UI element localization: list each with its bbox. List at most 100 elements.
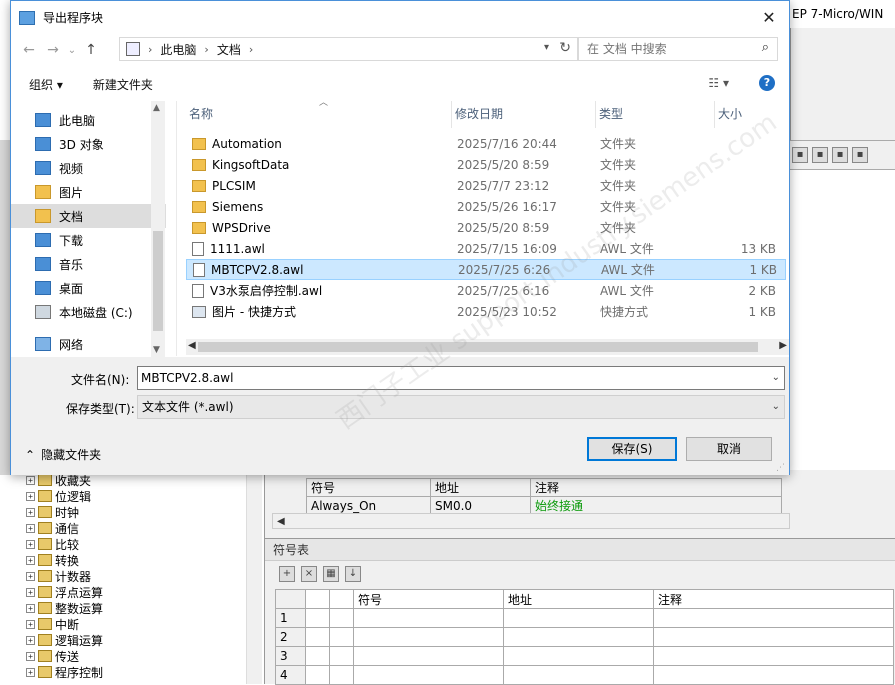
nav-item[interactable]: 文档 <box>11 204 166 228</box>
tree-item[interactable]: + 转换 <box>26 552 246 568</box>
breadcrumb-documents[interactable]: 文档 <box>217 41 241 58</box>
symbol-cell[interactable] <box>503 627 654 647</box>
symbol-cell[interactable] <box>353 646 504 666</box>
chevron-down-icon[interactable]: ▾ <box>544 42 549 53</box>
lock-icon[interactable]: ▪ <box>832 147 848 163</box>
var-cell-address[interactable]: SM0.0 <box>430 496 531 515</box>
file-row[interactable]: KingsoftData 2025/5/20 8:59 文件夹 <box>186 154 786 175</box>
nav-item[interactable]: 图片 <box>11 180 166 204</box>
file-row[interactable]: MBTCPV2.8.awl 2025/7/25 6:26 AWL 文件 1 KB <box>186 259 786 280</box>
nav-item[interactable]: 网络 <box>11 332 166 356</box>
tree-scrollbar[interactable] <box>246 475 262 684</box>
symbol-cell[interactable] <box>653 627 894 647</box>
resize-grip-icon[interactable]: ⋰ <box>776 463 785 473</box>
symbol-cell[interactable] <box>653 608 894 628</box>
tree-item[interactable]: + 逻辑运算 <box>26 632 246 648</box>
pane-divider[interactable] <box>176 101 177 356</box>
editor-horizontal-scrollbar[interactable]: ◀ <box>272 513 790 529</box>
lock-icon[interactable]: ▪ <box>812 147 828 163</box>
chevron-down-icon[interactable]: ⌄ <box>772 396 780 418</box>
nav-item[interactable]: 3D 对象 <box>11 132 166 156</box>
chevron-down-icon[interactable]: ⌄ <box>772 367 780 389</box>
scroll-right-icon[interactable]: ▶ <box>779 340 787 351</box>
symbol-cell[interactable] <box>353 665 504 685</box>
up-icon[interactable]: ↑ <box>79 42 103 58</box>
expand-icon[interactable]: + <box>26 491 35 501</box>
tree-item[interactable]: + 比较 <box>26 536 246 552</box>
column-type[interactable]: 类型 <box>596 101 715 128</box>
filename-field[interactable]: MBTCPV2.8.awl ⌄ <box>137 366 785 390</box>
forward-icon[interactable]: → <box>41 42 65 58</box>
nav-pane-scrollbar[interactable]: ▲ ▼ <box>151 101 165 357</box>
apply-icon[interactable]: ↓ <box>345 566 361 582</box>
expand-icon[interactable]: + <box>26 603 35 613</box>
breadcrumb-this-pc[interactable]: 此电脑 <box>160 41 196 58</box>
nav-item[interactable]: 下载 <box>11 228 166 252</box>
close-icon[interactable]: ✕ <box>759 8 779 27</box>
view-options-icon[interactable]: ☷ ▾ <box>708 76 729 90</box>
hide-folders-toggle[interactable]: ⌃ 隐藏文件夹 <box>25 446 101 463</box>
expand-icon[interactable]: + <box>26 475 35 485</box>
file-row[interactable]: 1111.awl 2025/7/15 16:09 AWL 文件 13 KB <box>186 238 786 259</box>
scroll-left-icon[interactable]: ◀ <box>277 516 285 527</box>
symbol-cell[interactable] <box>353 608 504 628</box>
file-row[interactable]: WPSDrive 2025/5/20 8:59 文件夹 <box>186 217 786 238</box>
recent-locations-icon[interactable]: ⌄ <box>65 45 79 56</box>
symbol-cell[interactable] <box>653 665 894 685</box>
nav-item[interactable]: 本地磁盘 (C:) <box>11 300 166 324</box>
expand-icon[interactable]: + <box>26 571 35 581</box>
expand-icon[interactable]: + <box>26 587 35 597</box>
tree-item[interactable]: + 时钟 <box>26 504 246 520</box>
tree-item[interactable]: + 浮点运算 <box>26 584 246 600</box>
expand-icon[interactable]: + <box>26 667 35 677</box>
delete-row-icon[interactable]: × <box>301 566 317 582</box>
nav-item[interactable]: 音乐 <box>11 252 166 276</box>
var-cell-symbol[interactable]: Always_On <box>306 496 431 515</box>
var-cell-comment[interactable]: 始终接通 <box>530 496 782 515</box>
symbol-cell[interactable] <box>353 627 504 647</box>
back-icon[interactable]: ← <box>17 42 41 58</box>
table-icon[interactable]: ▦ <box>323 566 339 582</box>
unlock-icon[interactable]: ▪ <box>852 147 868 163</box>
filetype-select[interactable]: 文本文件 (*.awl) ⌄ <box>137 395 785 419</box>
tree-item[interactable]: + 程序控制 <box>26 664 246 680</box>
symbol-cell[interactable] <box>503 646 654 666</box>
expand-icon[interactable]: + <box>26 635 35 645</box>
nav-item[interactable]: 视频 <box>11 156 166 180</box>
search-box[interactable]: ⌕ <box>578 37 778 61</box>
tree-item[interactable]: + 传送 <box>26 648 246 664</box>
file-row[interactable]: V3水泵启停控制.awl 2025/7/25 6:16 AWL 文件 2 KB <box>186 280 786 301</box>
expand-icon[interactable]: + <box>26 507 35 517</box>
expand-icon[interactable]: + <box>26 619 35 629</box>
column-size[interactable]: 大小 <box>715 101 785 128</box>
tree-item[interactable]: + 计数器 <box>26 568 246 584</box>
expand-icon[interactable]: + <box>26 539 35 549</box>
cancel-button[interactable]: 取消 <box>686 437 772 461</box>
expand-icon[interactable]: + <box>26 651 35 661</box>
file-row[interactable]: Automation 2025/7/16 20:44 文件夹 <box>186 133 786 154</box>
symbol-cell[interactable] <box>653 646 894 666</box>
organize-button[interactable]: 组织 ▾ <box>29 76 63 93</box>
search-input[interactable] <box>587 42 757 56</box>
save-button[interactable]: 保存(S) <box>587 437 677 461</box>
insert-row-icon[interactable]: + <box>279 566 295 582</box>
file-row[interactable]: Siemens 2025/5/26 16:17 文件夹 <box>186 196 786 217</box>
scroll-up-icon[interactable]: ▲ <box>153 103 160 113</box>
tree-item[interactable]: + 中断 <box>26 616 246 632</box>
toolbar-icon[interactable]: ▪ <box>792 147 808 163</box>
tree-item[interactable]: + 位逻辑 <box>26 488 246 504</box>
scroll-left-icon[interactable]: ◀ <box>188 340 196 351</box>
tree-item[interactable]: + 整数运算 <box>26 600 246 616</box>
tree-item[interactable]: + 通信 <box>26 520 246 536</box>
new-folder-button[interactable]: 新建文件夹 <box>93 76 153 93</box>
symbol-cell[interactable] <box>503 608 654 628</box>
help-icon[interactable]: ? <box>759 75 775 91</box>
file-row[interactable]: 图片 - 快捷方式 2025/5/23 10:52 快捷方式 1 KB <box>186 301 786 322</box>
refresh-icon[interactable]: ↻ <box>559 40 571 56</box>
search-icon[interactable]: ⌕ <box>762 40 769 55</box>
symbol-cell[interactable] <box>503 665 654 685</box>
file-list-horizontal-scrollbar[interactable]: ◀ ▶ <box>186 339 789 355</box>
scroll-down-icon[interactable]: ▼ <box>153 345 160 355</box>
nav-item[interactable]: 桌面 <box>11 276 166 300</box>
file-row[interactable]: PLCSIM 2025/7/7 23:12 文件夹 <box>186 175 786 196</box>
